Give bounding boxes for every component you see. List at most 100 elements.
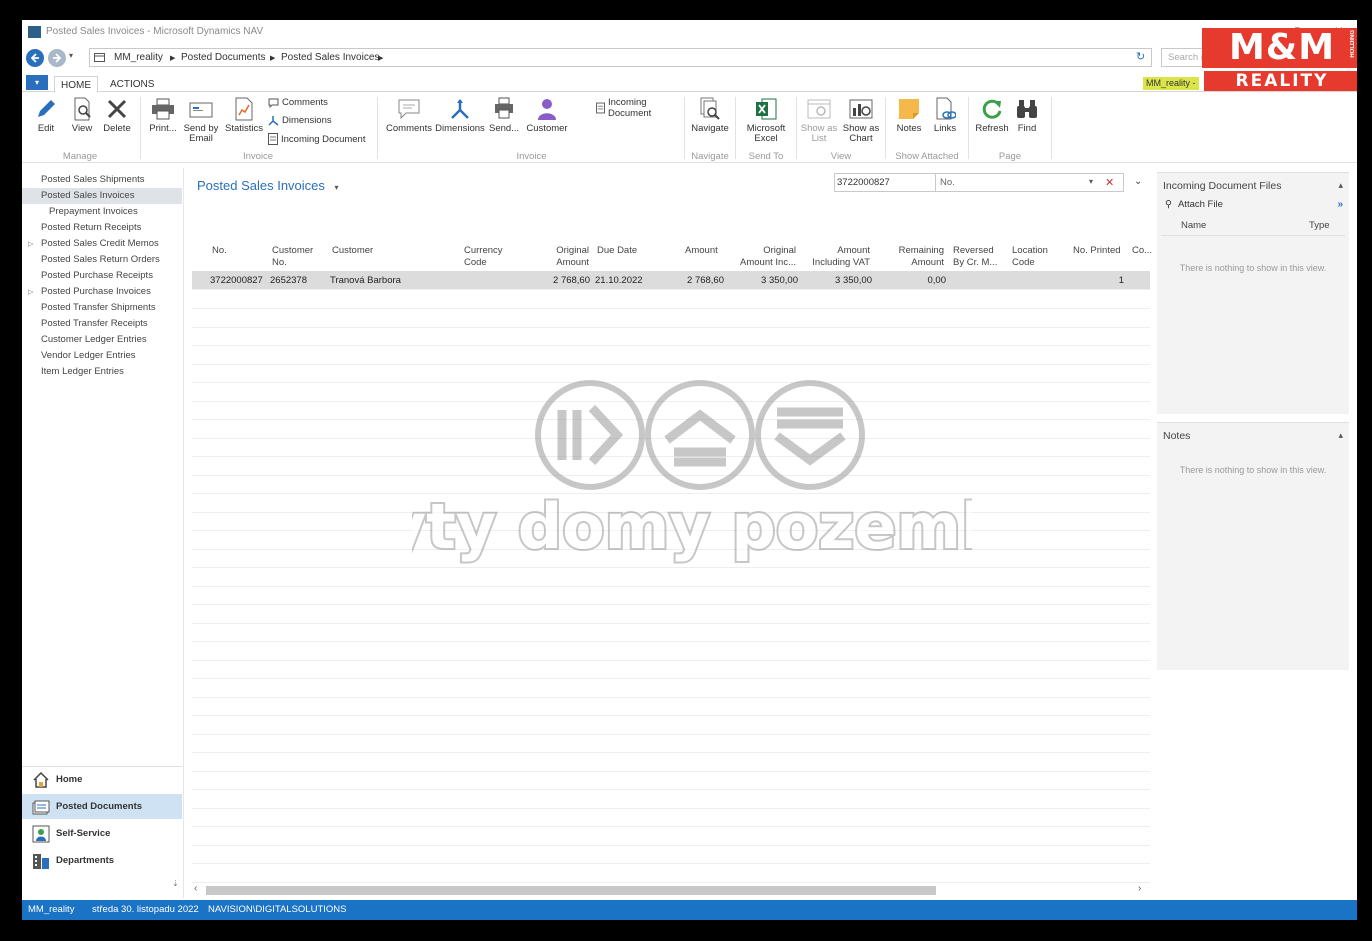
table-row[interactable]: 3722000827 2652378 Tranová Barbora 2 768… (192, 271, 1150, 290)
splitter[interactable] (183, 168, 184, 898)
column-header-co[interactable]: Co... (1132, 245, 1152, 257)
nav-self-service[interactable]: Self-Service (22, 821, 182, 846)
notes-button[interactable]: Notes (893, 97, 925, 134)
column-header-no-printed[interactable]: No. Printed (1073, 245, 1121, 257)
application-menu-button[interactable]: ▾ (26, 75, 48, 90)
show-as-chart-button[interactable]: Show as Chart (840, 97, 882, 144)
refresh-button[interactable]: Refresh (974, 97, 1010, 134)
clear-filter-icon[interactable]: ✕ (1105, 176, 1114, 189)
scroll-right-icon[interactable]: › (1138, 883, 1141, 894)
print-button[interactable]: Print... (148, 97, 178, 134)
sidebar-item-vendor-ledger-entries[interactable]: Vendor Ledger Entries (41, 350, 136, 361)
sidebar-item-posted-return-receipts[interactable]: Posted Return Receipts (41, 222, 141, 233)
sidebar-item-item-ledger-entries[interactable]: Item Ledger Entries (41, 366, 124, 377)
back-button[interactable] (26, 49, 44, 67)
cell-customer[interactable]: Tranová Barbora (330, 275, 401, 286)
sidebar-item-customer-ledger-entries[interactable]: Customer Ledger Entries (41, 334, 147, 345)
forward-button[interactable] (48, 49, 66, 67)
sidebar-item-posted-purchase-receipts[interactable]: Posted Purchase Receipts (41, 270, 153, 281)
sidebar-item-prepayment-invoices[interactable]: Prepayment Invoices (49, 206, 138, 217)
delete-button[interactable]: Delete (102, 97, 132, 134)
statistics-button[interactable]: Statistics (224, 97, 264, 134)
title-dropdown-icon[interactable]: ▾ (335, 183, 339, 192)
column-header-due-date[interactable]: Due Date (597, 245, 637, 257)
column-header-customer-no[interactable]: Customer No. (272, 245, 313, 269)
dimensions-icon (451, 99, 469, 119)
cell-amount-including-vat[interactable]: 3 350,00 (812, 275, 872, 286)
show-as-list-button[interactable]: Show as List (800, 97, 838, 144)
sidebar-item-posted-purchase-invoices[interactable]: Posted Purchase Invoices (41, 286, 151, 297)
history-dropdown-icon[interactable]: ▾ (69, 51, 73, 60)
filter-field-dropdown-icon[interactable]: ▾ (1089, 177, 1093, 186)
cell-original-amount[interactable]: 2 768,60 (532, 275, 590, 286)
nav-posted-documents[interactable]: Posted Documents (22, 794, 182, 819)
column-header-location-code[interactable]: Location Code (1012, 245, 1048, 269)
factbox-column-type[interactable]: Type (1309, 220, 1330, 231)
refresh-address-icon[interactable]: ↻ (1136, 50, 1145, 63)
cell-remaining-amount[interactable]: 0,00 (886, 275, 947, 286)
customer-button[interactable]: Customer (525, 97, 569, 134)
sidebar-item-posted-sales-shipments[interactable]: Posted Sales Shipments (41, 174, 145, 185)
column-header-reversed-by-cr-memo[interactable]: Reversed By Cr. M... (953, 245, 997, 269)
column-header-amount-including-vat[interactable]: Amount Including VAT (808, 245, 870, 269)
collapsed-arrow-icon[interactable]: ▷ (28, 288, 33, 296)
navigate-button[interactable]: Navigate (689, 97, 731, 134)
cell-original-amount-incl[interactable]: 3 350,00 (738, 275, 798, 286)
collapsed-arrow-icon[interactable]: ▷ (28, 240, 33, 248)
logo-reality: REALITY (1204, 71, 1357, 91)
resize-handle-icon[interactable]: ⇣ (172, 879, 179, 888)
tab-actions[interactable]: ACTIONS (104, 76, 160, 93)
collapse-filter-icon[interactable]: ⌄ (1134, 176, 1142, 187)
sidebar-item-posted-transfer-receipts[interactable]: Posted Transfer Receipts (41, 318, 148, 329)
incoming-document-small-button[interactable]: Incoming Document (268, 133, 365, 145)
column-header-currency-code[interactable]: Currency Code (464, 245, 503, 269)
comments-small-button[interactable]: Comments (268, 97, 328, 108)
dimensions-small-button[interactable]: Dimensions (268, 115, 332, 126)
breadcrumb-company[interactable]: MM_reality (114, 52, 163, 63)
breadcrumb-posted-sales-invoices[interactable]: Posted Sales Invoices (281, 52, 379, 63)
scrollbar-thumb[interactable] (206, 886, 936, 895)
comments-button[interactable]: Comments (385, 97, 433, 134)
cell-no-printed[interactable]: 1 (1072, 275, 1124, 286)
group-label-page: Page (998, 151, 1022, 162)
find-button[interactable]: Find (1012, 97, 1042, 134)
filter-value-input[interactable]: 3722000827 (837, 177, 890, 188)
send-button[interactable]: Send... (489, 97, 519, 134)
column-header-original-amount[interactable]: Original Amount (551, 245, 589, 269)
column-header-original-amount-incl[interactable]: Original Amount Inc... (736, 245, 796, 269)
incoming-document-button[interactable]: Incoming Document (596, 97, 684, 119)
nav-departments[interactable]: Departments (22, 848, 182, 873)
breadcrumb-posted-documents[interactable]: Posted Documents (181, 52, 266, 63)
dimensions-button[interactable]: Dimensions (435, 97, 485, 134)
links-button[interactable]: Links (929, 97, 961, 134)
empty-grid-row (192, 494, 1150, 513)
filter-field-select[interactable]: No. (935, 174, 1099, 191)
sidebar-item-posted-sales-return-orders[interactable]: Posted Sales Return Orders (41, 254, 160, 265)
expand-actions-icon[interactable]: » (1337, 199, 1343, 210)
address-bar[interactable]: MM_reality ▶ Posted Documents ▶ Posted S… (89, 48, 1152, 67)
column-header-customer[interactable]: Customer (332, 245, 373, 257)
attach-file-button[interactable]: ⚲ Attach File (1165, 199, 1223, 210)
factbox-column-name[interactable]: Name (1181, 220, 1206, 231)
column-header-amount[interactable]: Amount (685, 245, 718, 257)
tab-home[interactable]: HOME (54, 76, 98, 93)
sidebar-item-posted-transfer-shipments[interactable]: Posted Transfer Shipments (41, 302, 156, 313)
cell-amount[interactable]: 2 768,60 (662, 275, 724, 286)
collapse-factbox-icon[interactable]: ▴ (1338, 430, 1343, 441)
horizontal-scrollbar[interactable]: ‹ › (194, 883, 1148, 895)
column-header-remaining-amount[interactable]: Remaining Amount (892, 245, 944, 269)
sidebar-item-posted-sales-credit-memos[interactable]: Posted Sales Credit Memos (41, 238, 159, 249)
column-header-no[interactable]: No. (212, 245, 227, 257)
page-title[interactable]: Posted Sales Invoices ▾ (197, 178, 339, 193)
view-button[interactable]: View (68, 97, 96, 134)
cell-customer-no[interactable]: 2652378 (270, 275, 307, 286)
microsoft-excel-button[interactable]: Microsoft Excel (741, 97, 791, 144)
cell-no[interactable]: 3722000827 (210, 275, 263, 286)
collapse-factbox-icon[interactable]: ▴ (1338, 180, 1343, 191)
send-by-email-button[interactable]: Send by Email (182, 97, 220, 144)
cell-due-date[interactable]: 21.10.2022 (595, 275, 643, 286)
scroll-left-icon[interactable]: ‹ (194, 883, 197, 894)
nav-home[interactable]: Home (22, 767, 182, 792)
edit-button[interactable]: Edit (32, 97, 60, 134)
sidebar-item-posted-sales-invoices[interactable]: Posted Sales Invoices (22, 188, 182, 204)
